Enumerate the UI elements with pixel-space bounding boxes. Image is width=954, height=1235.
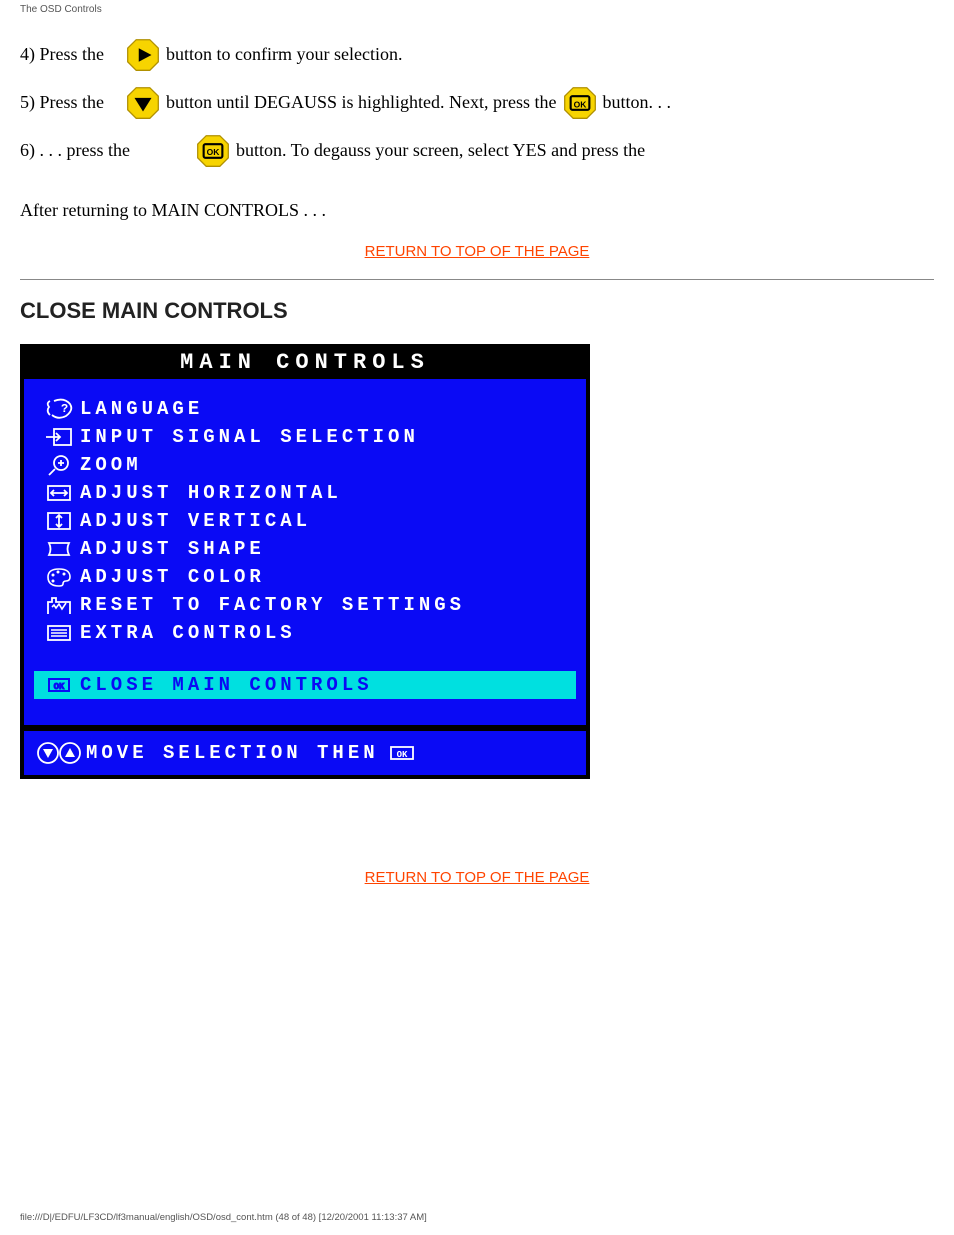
- osd-item-label: LANGUAGE: [80, 398, 203, 420]
- return-top-link-2[interactable]: RETURN TO TOP OF THE PAGE: [365, 869, 590, 886]
- return-top-link-1[interactable]: RETURN TO TOP OF THE PAGE: [365, 243, 590, 260]
- step6-prefix: 6) . . . press the: [20, 138, 130, 163]
- osd-footer: MOVE SELECTION THEN OK: [24, 731, 586, 775]
- section-divider: [20, 279, 934, 280]
- osd-item-label: ADJUST COLOR: [80, 566, 265, 588]
- osd-item-label: INPUT SIGNAL SELECTION: [80, 426, 419, 448]
- svg-text:OK: OK: [573, 99, 587, 109]
- down-arrow-icon: [124, 84, 162, 122]
- osd-item-reset[interactable]: RESET TO FACTORY SETTINGS: [34, 591, 576, 619]
- svg-text:OK: OK: [207, 147, 221, 157]
- adjust-color-icon: [38, 566, 80, 588]
- svg-text:?: ?: [61, 402, 68, 416]
- osd-panel: MAIN CONTROLS ? LANGUAGE INPUT SIGNAL SE…: [20, 344, 590, 779]
- step-5: 5) Press the button until DEGAUSS is hig…: [20, 84, 934, 122]
- footer-file-path: file:///D|/EDFU/LF3CD/lf3manual/english/…: [20, 1212, 427, 1223]
- osd-item-label: ZOOM: [80, 454, 142, 476]
- osd-item-label: ADJUST VERTICAL: [80, 510, 311, 532]
- osd-item-close-main-controls[interactable]: OK CLOSE MAIN CONTROLS: [34, 671, 576, 699]
- step5-prefix: 5) Press the: [20, 90, 120, 115]
- step6-suffix: button. To degauss your screen, select Y…: [236, 138, 645, 163]
- osd-item-label: EXTRA CONTROLS: [80, 622, 296, 644]
- step5-suffix: button. . .: [603, 90, 672, 115]
- up-down-arrows-icon: [32, 741, 86, 765]
- osd-item-label: RESET TO FACTORY SETTINGS: [80, 594, 465, 616]
- play-right-icon: [124, 36, 162, 74]
- osd-item-color[interactable]: ADJUST COLOR: [34, 563, 576, 591]
- page-header-label: The OSD Controls: [20, 4, 102, 15]
- osd-item-language[interactable]: ? LANGUAGE: [34, 395, 576, 423]
- osd-item-extra[interactable]: EXTRA CONTROLS: [34, 619, 576, 647]
- input-signal-icon: [38, 426, 80, 448]
- close-main-controls-heading: CLOSE MAIN CONTROLS: [20, 298, 954, 324]
- step4-prefix: 4) Press the: [20, 42, 120, 67]
- language-icon: ?: [38, 398, 80, 420]
- step5-mid: button until DEGAUSS is highlighted. Nex…: [166, 90, 557, 115]
- osd-item-zoom[interactable]: ZOOM: [34, 451, 576, 479]
- ok-box-icon: OK: [38, 674, 80, 696]
- adjust-shape-icon: [38, 538, 80, 560]
- adjust-vertical-icon: [38, 510, 80, 532]
- osd-item-horizontal[interactable]: ADJUST HORIZONTAL: [34, 479, 576, 507]
- svg-text:OK: OK: [396, 750, 407, 760]
- zoom-icon: [38, 454, 80, 476]
- step-4: 4) Press the button to confirm your sele…: [20, 36, 934, 74]
- ok-icon: OK: [194, 132, 232, 170]
- adjust-horizontal-icon: [38, 482, 80, 504]
- ok-icon: OK: [561, 84, 599, 122]
- osd-item-label: ADJUST HORIZONTAL: [80, 482, 342, 504]
- ok-box-icon: OK: [389, 743, 415, 763]
- after-steps-note: After returning to MAIN CONTROLS . . .: [20, 200, 934, 221]
- step4-suffix: button to confirm your selection.: [166, 42, 402, 67]
- reset-factory-icon: [38, 594, 80, 616]
- osd-item-shape[interactable]: ADJUST SHAPE: [34, 535, 576, 563]
- osd-title: MAIN CONTROLS: [24, 348, 586, 379]
- osd-footer-text: MOVE SELECTION THEN: [86, 742, 379, 764]
- step-6: 6) . . . press the OK button. To degauss…: [20, 132, 934, 170]
- osd-item-label: ADJUST SHAPE: [80, 538, 265, 560]
- osd-item-label: CLOSE MAIN CONTROLS: [80, 674, 373, 696]
- extra-controls-icon: [38, 622, 80, 644]
- osd-item-vertical[interactable]: ADJUST VERTICAL: [34, 507, 576, 535]
- osd-item-input[interactable]: INPUT SIGNAL SELECTION: [34, 423, 576, 451]
- svg-text:OK: OK: [54, 682, 65, 692]
